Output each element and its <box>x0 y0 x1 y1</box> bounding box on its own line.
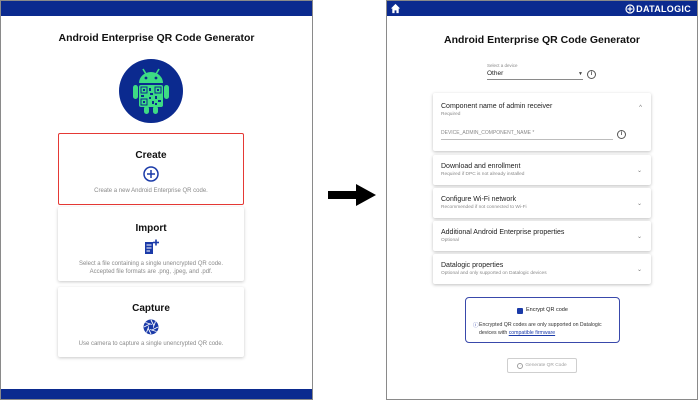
create-card[interactable]: Create Create a new Android Enterprise Q… <box>58 133 244 205</box>
panel-datalogic-properties[interactable]: Datalogic properties Optional and only s… <box>433 254 651 284</box>
start-screen: Android Enterprise QR Code Generator Cre… <box>0 0 313 400</box>
generator-screen: DATALOGIC Android Enterprise QR Code Gen… <box>386 0 698 400</box>
import-card[interactable]: Import Select a file containing a single… <box>58 207 244 281</box>
home-icon[interactable] <box>390 3 401 14</box>
info-icon[interactable]: i <box>617 130 626 139</box>
right-arrow-icon <box>328 184 376 206</box>
panel-title: Additional Android Enterprise properties <box>441 229 565 236</box>
bottom-bar <box>1 389 312 399</box>
generate-qr-code-label: Generate QR Code <box>525 363 567 368</box>
camera-shutter-icon <box>143 319 159 335</box>
encrypt-checkbox-label: Encrypt QR code <box>526 307 568 313</box>
chevron-down-icon[interactable]: ⌄ <box>637 266 642 273</box>
encrypt-note: Encrypted QR codes are only supported on… <box>479 321 619 337</box>
panel-subtitle: Optional and only supported on Datalogic… <box>441 271 547 276</box>
chevron-up-icon[interactable]: ^ <box>639 105 642 111</box>
capture-card[interactable]: Capture Use camera to capture a single u… <box>58 287 244 357</box>
page-title: Android Enterprise QR Code Generator <box>443 34 641 46</box>
top-app-bar <box>1 1 312 16</box>
warning-icon: ⓘ <box>473 323 479 329</box>
import-card-description: Select a file containing a single unencr… <box>78 261 224 275</box>
chevron-down-icon[interactable]: ⌄ <box>637 200 642 207</box>
chevron-down-icon[interactable]: ⌄ <box>637 167 642 174</box>
generate-qr-code-button[interactable]: · Generate QR Code <box>507 358 577 373</box>
datalogic-logo: DATALOGIC <box>625 3 691 14</box>
qr-code-icon: · <box>517 362 524 369</box>
panel-subtitle: Required <box>441 112 461 117</box>
datalogic-mark-icon <box>625 3 635 14</box>
panel-subtitle: Recommended if not connected to Wi-Fi <box>441 205 527 210</box>
dropdown-caret-icon: ▼ <box>578 70 583 77</box>
encrypt-section: Encrypt QR code ⓘ Encrypted QR codes are… <box>465 297 620 343</box>
import-card-title: Import <box>135 223 167 234</box>
note-add-icon <box>145 239 159 254</box>
panel-wifi[interactable]: Configure Wi-Fi network Recommended if n… <box>433 188 651 218</box>
panel-subtitle: Required if DPC is not already installed <box>441 172 525 177</box>
component-name-input[interactable]: DEVICE_ADMIN_COMPONENT_NAME * <box>441 130 613 140</box>
compatible-firmware-link[interactable]: compatible firmware <box>509 330 555 336</box>
android-qr-logo <box>119 59 183 123</box>
panel-component-name[interactable]: Component name of admin receiver Require… <box>433 93 651 151</box>
panel-subtitle: Optional <box>441 238 459 243</box>
device-select[interactable]: Select a device Other ▼ <box>487 63 583 80</box>
device-select-field[interactable]: Other ▼ <box>487 68 583 80</box>
page-title: Android Enterprise QR Code Generator <box>58 32 255 44</box>
capture-card-title: Capture <box>132 303 170 314</box>
panel-title: Download and enrollment <box>441 163 521 170</box>
chevron-down-icon[interactable]: ⌄ <box>637 233 642 240</box>
panel-title: Configure Wi-Fi network <box>441 196 517 203</box>
top-app-bar: DATALOGIC <box>387 1 697 16</box>
encrypt-checkbox[interactable] <box>517 308 523 321</box>
create-card-description: Create a new Android Enterprise QR code. <box>94 188 208 194</box>
comparison-stage: Android Enterprise QR Code Generator Cre… <box>0 0 698 400</box>
device-select-value: Other <box>487 70 504 77</box>
create-card-title: Create <box>135 150 167 161</box>
android-robot-icon <box>133 68 169 114</box>
info-icon[interactable]: i <box>587 70 596 79</box>
panel-title: Component name of admin receiver <box>441 103 553 110</box>
panel-title: Datalogic properties <box>441 262 504 269</box>
panel-download-enrollment[interactable]: Download and enrollment Required if DPC … <box>433 155 651 185</box>
add-circle-icon <box>143 166 159 182</box>
brand-name: DATALOGIC <box>636 3 691 14</box>
capture-card-description: Use camera to capture a single unencrypt… <box>78 341 224 347</box>
panel-additional-properties[interactable]: Additional Android Enterprise properties… <box>433 221 651 251</box>
